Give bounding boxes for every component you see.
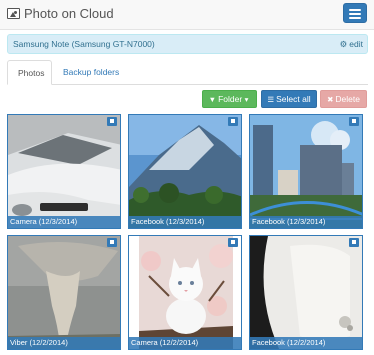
photo-tile[interactable]: Camera (12/3/2014) <box>7 114 121 229</box>
tab-bar: Photos Backup folders <box>7 60 368 85</box>
navbar: Photo on Cloud <box>0 0 374 30</box>
select-all-label: Select all <box>276 94 311 104</box>
picture-icon <box>7 8 20 19</box>
folder-label: Folder <box>218 94 243 104</box>
tab-backup-folders[interactable]: Backup folders <box>53 60 129 85</box>
photo-tile[interactable]: Camera (12/2/2014) <box>128 235 242 350</box>
close-icon: ✖ <box>327 95 334 104</box>
photo-tile[interactable]: Facebook (12/2/2014) <box>249 235 363 350</box>
device-name: Samsung Note (Samsung GT-N7000) <box>13 39 155 49</box>
photo-caption: Facebook (12/2/2014) <box>250 337 362 349</box>
checkbox-icon[interactable] <box>228 238 238 247</box>
kitten-photo <box>129 236 241 349</box>
folder-dropdown-button[interactable]: ▼ Folder ▾ <box>202 90 257 108</box>
edit-label: edit <box>349 39 363 49</box>
list-icon: ☰ <box>267 95 275 104</box>
photo-caption: Camera (12/2/2014) <box>129 337 241 349</box>
delete-label: Delete <box>335 94 360 104</box>
edit-device-link[interactable]: ⚙ edit <box>340 39 363 50</box>
white-object-photo <box>250 236 362 349</box>
menu-bar-icon <box>349 13 361 15</box>
photo-tile[interactable]: Facebook (12/3/2014) <box>128 114 242 229</box>
gear-icon: ⚙ <box>339 39 348 49</box>
app-title: Photo on Cloud <box>24 6 114 21</box>
photo-tile[interactable]: Facebook (12/3/2014) <box>249 114 363 229</box>
photo-caption: Facebook (12/3/2014) <box>250 216 362 228</box>
checkbox-icon[interactable] <box>349 117 359 126</box>
filter-icon: ▼ <box>208 95 217 104</box>
caret-down-icon: ▾ <box>244 95 249 104</box>
device-info-bar: Samsung Note (Samsung GT-N7000) ⚙ edit <box>7 34 368 54</box>
tab-photos[interactable]: Photos <box>7 60 52 85</box>
tornado-photo <box>8 236 120 349</box>
mountain-photo <box>129 115 241 228</box>
city-photo <box>250 115 362 228</box>
checkbox-icon[interactable] <box>107 238 117 247</box>
photo-caption: Facebook (12/3/2014) <box>129 216 241 228</box>
menu-bar-icon <box>349 17 361 19</box>
delete-button[interactable]: ✖ Delete <box>320 90 367 108</box>
checkbox-icon[interactable] <box>107 117 117 126</box>
hamburger-menu-button[interactable] <box>343 3 367 23</box>
photo-tile[interactable]: Viber (12/2/2014) <box>7 235 121 350</box>
photo-caption: Camera (12/3/2014) <box>8 216 120 228</box>
select-all-button[interactable]: ☰ Select all <box>261 90 317 108</box>
car-photo <box>8 115 120 228</box>
checkbox-icon[interactable] <box>349 238 359 247</box>
photo-caption: Viber (12/2/2014) <box>8 337 120 349</box>
checkbox-icon[interactable] <box>228 117 238 126</box>
menu-bar-icon <box>349 9 361 11</box>
